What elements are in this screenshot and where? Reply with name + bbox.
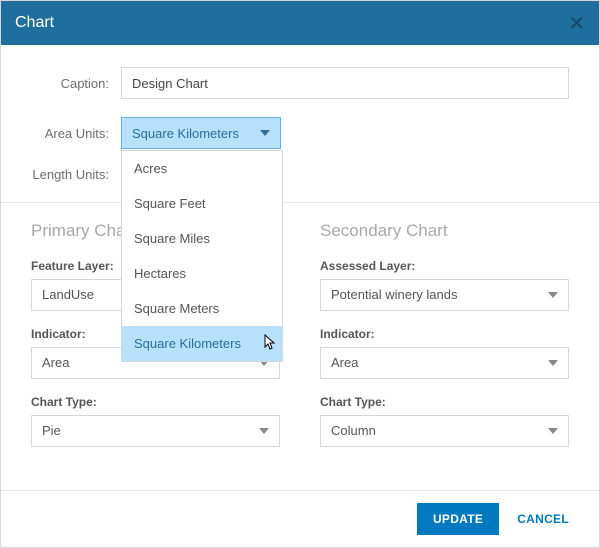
area-units-label: Area Units: [31, 126, 121, 141]
secondary-indicator-select[interactable]: Area [320, 347, 569, 379]
primary-chart-type-label: Chart Type: [31, 395, 280, 409]
area-units-option[interactable]: Square Meters [122, 291, 282, 326]
secondary-chart-type-select[interactable]: Column [320, 415, 569, 447]
primary-chart-type-field: Chart Type: Pie [31, 395, 280, 447]
select-value: Potential winery lands [331, 287, 457, 302]
update-button[interactable]: UPDATE [417, 503, 499, 535]
title-bar: Chart ✕ [1, 1, 599, 45]
cancel-button[interactable]: CANCEL [507, 512, 579, 526]
caption-row: Caption: [31, 67, 569, 99]
assessed-layer-field: Assessed Layer: Potential winery lands [320, 259, 569, 311]
caret-down-icon [548, 428, 558, 434]
chart-columns: Primary Chart Feature Layer: LandUse Ind… [31, 221, 569, 463]
area-units-option[interactable]: Acres [122, 151, 282, 186]
dialog-content: Caption: Area Units: Square Kilometers A… [1, 45, 599, 490]
length-units-row: Length Units: [31, 167, 569, 184]
dialog-footer: UPDATE CANCEL [1, 490, 599, 547]
area-units-option[interactable]: Square Feet [122, 186, 282, 221]
primary-chart-type-select[interactable]: Pie [31, 415, 280, 447]
caret-down-icon [548, 360, 558, 366]
area-units-option-selected[interactable]: Square Kilometers [122, 326, 282, 361]
secondary-chart-type-field: Chart Type: Column [320, 395, 569, 447]
area-units-row: Area Units: Square Kilometers Acres Squa… [31, 117, 569, 149]
assessed-layer-label: Assessed Layer: [320, 259, 569, 273]
caret-down-icon [259, 428, 269, 434]
select-value: Area [331, 355, 358, 370]
close-icon[interactable]: ✕ [568, 11, 585, 36]
length-units-label: Length Units: [31, 167, 121, 184]
area-units-options: Acres Square Feet Square Miles Hectares … [121, 150, 283, 362]
select-value: Pie [42, 423, 61, 438]
caret-down-icon [260, 130, 270, 136]
option-label: Square Kilometers [134, 336, 241, 351]
dialog-title: Chart [15, 14, 54, 32]
select-value: LandUse [42, 287, 94, 302]
secondary-indicator-field: Indicator: Area [320, 327, 569, 379]
area-units-dropdown[interactable]: Square Kilometers Acres Square Feet Squa… [121, 117, 281, 149]
caret-down-icon [548, 292, 558, 298]
chart-dialog: Chart ✕ Caption: Area Units: Square Kilo… [0, 0, 600, 548]
secondary-chart-type-label: Chart Type: [320, 395, 569, 409]
secondary-chart-column: Secondary Chart Assessed Layer: Potentia… [320, 221, 569, 463]
secondary-heading: Secondary Chart [320, 221, 569, 241]
area-units-option[interactable]: Hectares [122, 256, 282, 291]
secondary-indicator-label: Indicator: [320, 327, 569, 341]
caption-input[interactable] [121, 67, 569, 99]
assessed-layer-select[interactable]: Potential winery lands [320, 279, 569, 311]
select-value: Column [331, 423, 376, 438]
caption-label: Caption: [31, 76, 121, 91]
area-units-selected: Square Kilometers [132, 126, 239, 141]
area-units-option[interactable]: Square Miles [122, 221, 282, 256]
select-value: Area [42, 355, 69, 370]
divider [1, 202, 599, 203]
pointer-cursor-icon [260, 334, 276, 357]
